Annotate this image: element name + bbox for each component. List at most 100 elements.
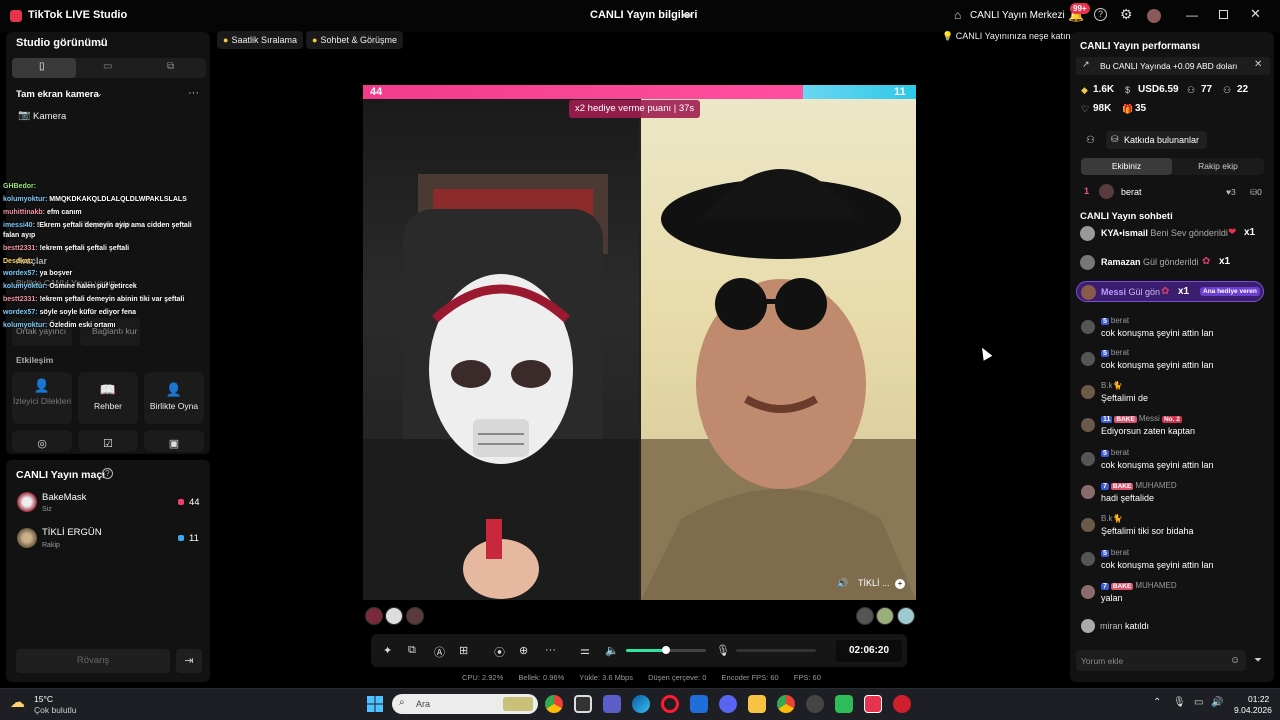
- layout-icon[interactable]: ⧉: [408, 644, 416, 657]
- chat-user[interactable]: berat: [1111, 548, 1129, 557]
- chat-call-chip[interactable]: ● Sohbet & Görüşme: [306, 31, 403, 49]
- store-icon[interactable]: [574, 695, 592, 713]
- folder-icon[interactable]: [748, 695, 766, 713]
- team-dot: [178, 535, 184, 541]
- studio-view-dropdown[interactable]: Studio görünümü: [16, 37, 108, 49]
- more-icon[interactable]: ···: [545, 644, 556, 656]
- speaker-icon[interactable]: 🔊: [1211, 697, 1223, 708]
- filter-icon[interactable]: ⏷: [1254, 655, 1262, 666]
- top-gifter-avatar[interactable]: [406, 607, 424, 625]
- rematch-button[interactable]: Rövanş: [16, 649, 170, 673]
- live-center-button[interactable]: CANLI Yayın Merkezi: [970, 10, 1065, 21]
- app-icon[interactable]: [835, 695, 853, 713]
- chat-user[interactable]: berat: [1111, 348, 1129, 357]
- share-icon[interactable]: ➦: [682, 8, 692, 22]
- app-icon[interactable]: [893, 695, 911, 713]
- discord-icon[interactable]: [719, 695, 737, 713]
- dual-mode-icon[interactable]: ⧉: [167, 61, 174, 72]
- hourly-ranking-chip[interactable]: ● Saatlik Sıralama: [217, 31, 303, 49]
- avatar: [1081, 285, 1096, 300]
- gift-event: Messi Gül gön: [1101, 287, 1160, 297]
- tab-your-team[interactable]: Ekibiniz: [1081, 158, 1172, 175]
- edge-icon[interactable]: [632, 695, 650, 713]
- minimize-icon[interactable]: —: [1186, 8, 1198, 22]
- weather-cloud-icon[interactable]: ☁: [10, 693, 25, 711]
- score-left: 44: [370, 86, 383, 98]
- overlay-chat-text: falan ayıp: [3, 232, 36, 239]
- landscape-mode-icon[interactable]: ▭: [103, 61, 112, 72]
- chrome-icon[interactable]: [545, 695, 563, 713]
- top-gifter-avatar[interactable]: [897, 607, 915, 625]
- follow-plus-icon[interactable]: +: [895, 579, 905, 589]
- add-media-icon[interactable]: ⊞: [459, 644, 468, 657]
- more-icon[interactable]: ···: [188, 87, 199, 99]
- chat-user[interactable]: MUHAMED: [1135, 581, 1176, 590]
- avatar[interactable]: [1147, 9, 1161, 23]
- new-followers-icon: ⚇: [1223, 85, 1232, 95]
- guide-tile[interactable]: [78, 372, 138, 424]
- contributors-button[interactable]: Katkıda bulunanlar: [1106, 131, 1208, 149]
- tiktok-studio-icon[interactable]: [864, 695, 882, 713]
- level-badge: 5: [1101, 550, 1109, 557]
- scene-title[interactable]: Tam ekran kamera: [16, 89, 99, 100]
- maximize-icon[interactable]: [1219, 10, 1228, 19]
- top-gifter-avatar[interactable]: [365, 607, 383, 625]
- play-together-tile[interactable]: [144, 372, 204, 424]
- player-score: 11: [189, 533, 199, 544]
- app-icon[interactable]: [806, 695, 824, 713]
- chat-user[interactable]: berat: [1111, 316, 1129, 325]
- microphone-icon[interactable]: 🎙: [1173, 697, 1186, 708]
- emoji-icon[interactable]: ☺: [1230, 655, 1240, 666]
- chevron-down-icon[interactable]: ⌄: [96, 89, 103, 98]
- record-icon[interactable]: ⦿: [494, 644, 505, 660]
- player-name: BakeMask: [42, 492, 87, 503]
- exit-icon[interactable]: ⇥: [176, 649, 202, 673]
- tab-rival-team[interactable]: Rakip ekip: [1172, 158, 1264, 175]
- windows-start-icon[interactable]: [367, 696, 383, 712]
- magic-wand-icon[interactable]: ✦: [383, 644, 392, 657]
- top-gifter-avatar[interactable]: [385, 607, 403, 625]
- chat-user[interactable]: MUHAMED: [1135, 481, 1176, 490]
- tray-chevron-icon[interactable]: ⌃: [1153, 697, 1161, 708]
- gift-count: x1: [1244, 227, 1255, 238]
- avatar: [1099, 184, 1114, 199]
- volume-knob[interactable]: [662, 646, 670, 654]
- tip-chip[interactable]: 💡 CANLI Yayınınıza neşe katın: [942, 31, 1070, 42]
- chrome-icon[interactable]: [777, 695, 795, 713]
- microphone-icon[interactable]: 🎙: [716, 644, 730, 657]
- top-gifter-avatar[interactable]: [856, 607, 874, 625]
- chat-user[interactable]: berat: [1111, 448, 1129, 457]
- mail-icon[interactable]: [690, 695, 708, 713]
- overlay-chat-text: !ekrem şeftali demeyin abinin tiki var ş…: [39, 296, 185, 303]
- source-camera[interactable]: Kamera: [33, 111, 66, 122]
- gear-icon[interactable]: ⚙: [1120, 6, 1133, 23]
- overlay-chat-user: wordex57:: [3, 270, 38, 277]
- help-icon[interactable]: ?: [102, 468, 113, 479]
- teams-icon[interactable]: [603, 695, 621, 713]
- person-add-icon[interactable]: ⚇: [1086, 135, 1095, 146]
- opponent-name-tag[interactable]: TİKLİ ...: [858, 578, 890, 588]
- gift-count-label: x1: [1219, 256, 1231, 267]
- earnings-text: Bu CANLI Yayında +0.09 ABD doları: [1100, 61, 1238, 71]
- home-icon[interactable]: ⌂: [954, 8, 961, 22]
- help-icon[interactable]: ?: [1094, 8, 1107, 21]
- display-icon[interactable]: ▭: [1194, 697, 1203, 708]
- top-gifter-avatar[interactable]: [876, 607, 894, 625]
- speaker-icon[interactable]: 🔈: [605, 644, 619, 657]
- chat-user[interactable]: B.k🐈: [1101, 514, 1123, 523]
- share-screen-icon[interactable]: ⊕: [519, 644, 528, 657]
- chevron-down-icon[interactable]: ⌄: [97, 37, 105, 48]
- effects-icon[interactable]: Ⓐ: [434, 644, 445, 660]
- gift-event: KYA•ismail Beni Sev gönderildi: [1101, 228, 1228, 238]
- sliders-icon[interactable]: ⚌: [580, 644, 590, 657]
- chat-user[interactable]: Messi: [1139, 414, 1160, 423]
- speaker-icon[interactable]: 🔊: [837, 578, 848, 589]
- close-icon[interactable]: ✕: [1254, 59, 1262, 70]
- player-role: Siz: [42, 506, 52, 513]
- gift-count: x1: [1178, 286, 1189, 297]
- close-icon[interactable]: ✕: [1250, 6, 1261, 22]
- opera-icon[interactable]: [661, 695, 679, 713]
- chat-user[interactable]: B.k🐈: [1101, 381, 1123, 390]
- mic-slider[interactable]: [736, 649, 816, 652]
- level-badge: 7: [1101, 583, 1109, 590]
